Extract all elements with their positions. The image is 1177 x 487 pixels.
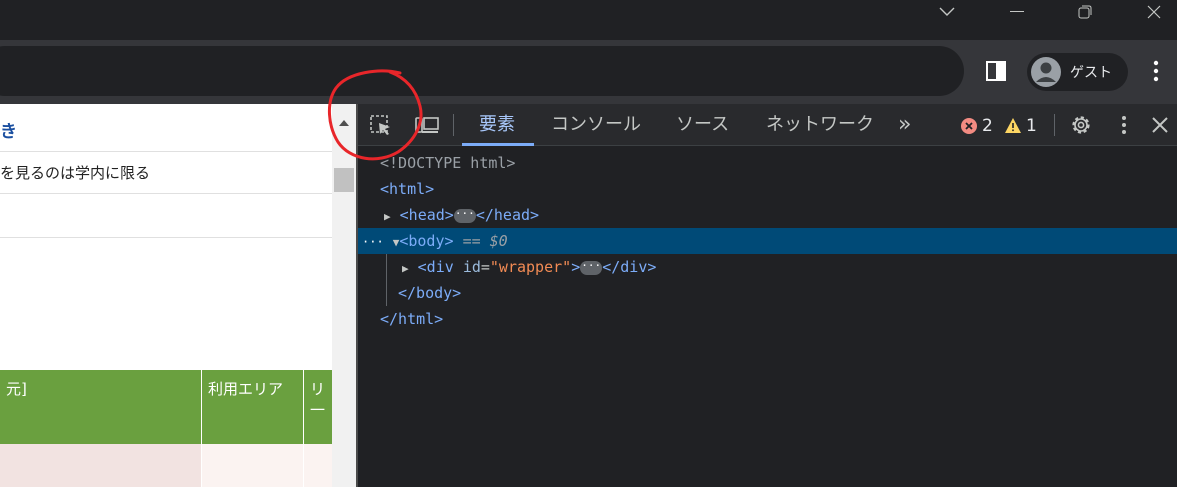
dom-node-body-close[interactable]: </body>	[358, 280, 1177, 306]
tab-sources[interactable]: ソース	[676, 104, 729, 146]
minimize-icon	[1010, 11, 1024, 12]
table-header-cell: 利用エリア	[202, 370, 303, 444]
more-vert-icon	[1122, 116, 1126, 134]
dom-node-div-wrapper[interactable]: ▶ <div id="wrapper">···</div>	[358, 254, 1177, 280]
close-devtools-button[interactable]	[1149, 113, 1171, 137]
error-count: 2	[982, 116, 993, 136]
window-title-bar	[0, 0, 1177, 40]
annotation-circle-icon	[328, 69, 423, 161]
more-tabs-button[interactable]: »	[898, 104, 911, 146]
expand-triangle-icon[interactable]: ▶	[384, 210, 391, 223]
dom-node-head[interactable]: ▶ <head>···</head>	[358, 202, 1177, 228]
body-close-tag: </body>	[398, 284, 462, 302]
table-header-cell: リ一	[304, 370, 332, 444]
selected-node-marker: == $0	[462, 232, 508, 250]
page-text-row: を見るのは学内に限る	[0, 152, 332, 194]
warning-icon	[1005, 118, 1021, 133]
gear-icon	[1072, 116, 1090, 134]
profile-label: ゲスト	[1070, 65, 1112, 81]
close-icon	[1147, 5, 1161, 19]
devtools-settings-button[interactable]	[1069, 113, 1093, 137]
toolbar-divider	[453, 114, 454, 136]
restore-icon	[1078, 5, 1092, 19]
head-open-tag: <head>	[399, 206, 454, 224]
devtools-menu-button[interactable]	[1114, 113, 1134, 137]
avatar-icon	[1031, 57, 1061, 87]
active-tab-indicator	[462, 143, 534, 146]
dom-node-doctype[interactable]: <!DOCTYPE html>	[358, 150, 1177, 176]
table-cell	[304, 444, 332, 487]
attr-equals: =	[480, 258, 490, 276]
side-panel-button[interactable]	[982, 57, 1010, 85]
div-open-tag: <div	[417, 258, 454, 276]
tab-search-button[interactable]	[924, 0, 970, 24]
collapsed-ellipsis[interactable]: ···	[580, 260, 603, 275]
tab-network[interactable]: ネットワーク	[766, 104, 874, 146]
restore-button[interactable]	[1062, 0, 1108, 24]
body-open-tag: <body>	[399, 232, 454, 250]
div-close-tag: </div>	[602, 258, 657, 276]
dom-node-html-close[interactable]: </html>	[358, 306, 1177, 332]
error-icon	[961, 118, 977, 134]
toolbar-divider	[1054, 114, 1055, 136]
page-empty-row	[0, 194, 332, 238]
devtools-tab-bar: 要素 コンソール ソース ネットワーク » 2 1	[358, 104, 1177, 146]
table-cell	[0, 444, 201, 487]
head-close-tag: </head>	[475, 206, 540, 224]
attr-value: "wrapper"	[489, 258, 572, 276]
more-vert-icon	[1153, 60, 1159, 82]
browser-menu-button[interactable]	[1146, 58, 1166, 84]
close-window-button[interactable]	[1131, 0, 1177, 24]
chevron-down-icon	[939, 7, 955, 16]
collapsed-ellipsis[interactable]: ···	[453, 208, 476, 223]
scrollbar-thumb[interactable]	[334, 168, 354, 192]
attr-name: id	[462, 258, 481, 276]
node-actions-icon[interactable]: ···	[362, 235, 384, 249]
tag-end: >	[571, 258, 581, 276]
tab-console[interactable]: コンソール	[551, 104, 641, 146]
minimize-button[interactable]	[994, 0, 1040, 24]
error-counter[interactable]: 2	[960, 116, 993, 136]
page-heading: き	[0, 104, 332, 152]
html-open-tag: <html>	[380, 180, 435, 198]
tab-elements[interactable]: 要素	[479, 104, 515, 146]
table-cell	[202, 444, 303, 487]
table-header-cell: 元]	[0, 370, 201, 444]
expand-triangle-icon[interactable]: ▶	[402, 262, 409, 275]
warning-count: 1	[1026, 116, 1037, 136]
dom-node-html[interactable]: <html>	[358, 176, 1177, 202]
dom-node-body-selected[interactable]: ··· ▼<body> == $0	[358, 228, 1177, 254]
profile-button[interactable]: ゲスト	[1027, 53, 1128, 91]
side-panel-icon	[986, 61, 1006, 81]
address-bar[interactable]	[0, 46, 964, 96]
html-close-tag: </html>	[380, 310, 444, 328]
devtools-panel: 要素 コンソール ソース ネットワーク » 2 1 <!DOCTYPE html…	[358, 104, 1177, 487]
close-icon	[1152, 117, 1168, 133]
warning-counter[interactable]: 1	[1004, 116, 1037, 136]
